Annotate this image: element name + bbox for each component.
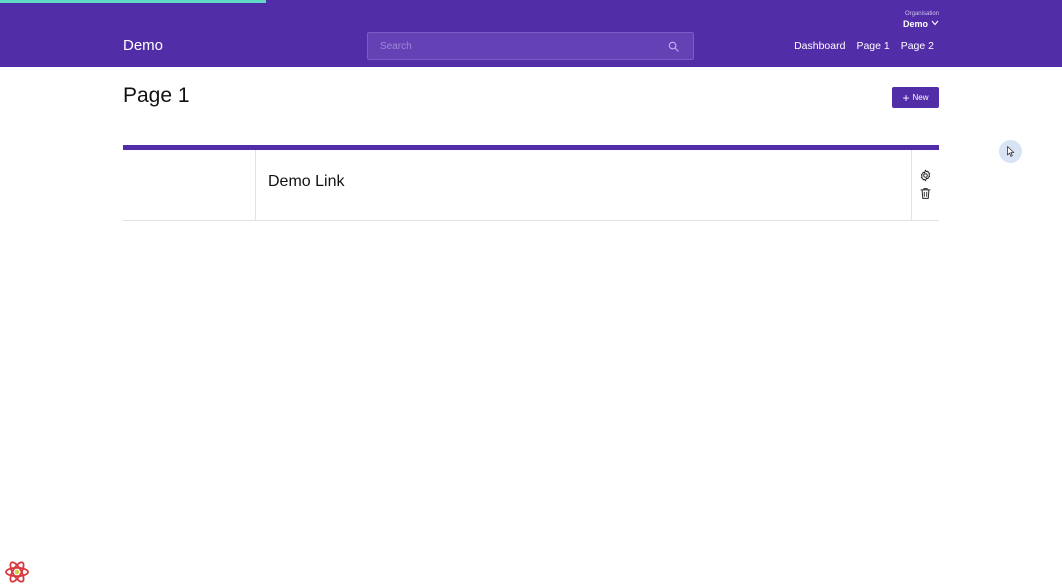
mouse-cursor-icon	[1007, 146, 1015, 157]
organisation-switcher[interactable]: Organisation Demo	[903, 10, 939, 30]
plus-icon: +	[902, 90, 910, 105]
nav-link-page-1[interactable]: Page 1	[856, 40, 889, 52]
top-navbar: Demo Organisation Demo Dashboard Page 1 …	[0, 0, 1062, 67]
brand-logo-link[interactable]: Demo	[123, 37, 163, 54]
link-card-actions	[911, 150, 939, 220]
link-card: Demo Link	[123, 145, 939, 221]
organisation-label: Organisation	[904, 11, 939, 17]
chevron-down-icon	[931, 20, 939, 26]
page-title: Page 1	[123, 84, 190, 107]
nav-link-dashboard[interactable]: Dashboard	[794, 40, 845, 52]
new-button-label: New	[912, 93, 929, 102]
mouse-cursor-indicator	[999, 140, 1022, 163]
search-box[interactable]	[367, 32, 694, 60]
new-button[interactable]: + New	[892, 87, 939, 108]
organisation-dropdown[interactable]: Demo	[903, 19, 939, 30]
organisation-value: Demo	[902, 19, 928, 29]
trash-icon[interactable]	[919, 187, 932, 200]
link-card-thumbnail	[123, 150, 256, 220]
loading-progress-bar	[0, 0, 1062, 3]
loading-progress-fill	[0, 0, 266, 3]
nav-link-page-2[interactable]: Page 2	[901, 40, 934, 52]
search-input[interactable]	[368, 33, 693, 59]
link-card-title[interactable]: Demo Link	[268, 173, 344, 191]
react-logo-icon[interactable]	[4, 559, 30, 585]
search-icon[interactable]	[668, 41, 679, 52]
main-nav: Dashboard Page 1 Page 2	[794, 40, 934, 52]
gear-icon[interactable]	[919, 169, 932, 182]
